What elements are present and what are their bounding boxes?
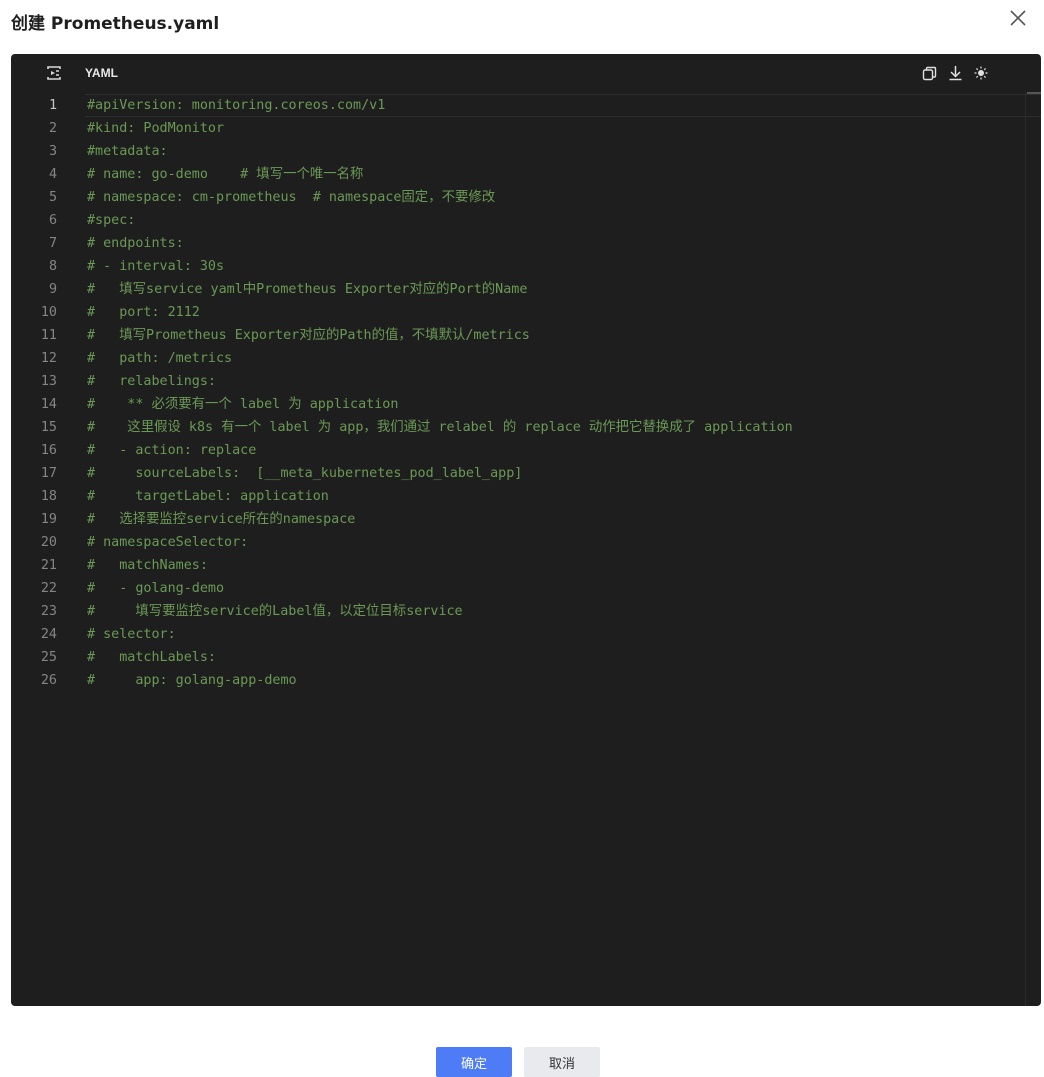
download-icon[interactable] bbox=[947, 65, 963, 81]
code-line-text: # 填写Prometheus Exporter对应的Path的值，不填默认/me… bbox=[87, 328, 530, 343]
close-icon[interactable] bbox=[1009, 9, 1027, 27]
code-line[interactable]: 20 # namespaceSelector: bbox=[11, 531, 1023, 554]
code-line-text: #metadata: bbox=[87, 144, 168, 159]
line-number: 8 bbox=[48, 259, 57, 274]
line-number: 10 bbox=[40, 305, 57, 320]
line-number: 15 bbox=[40, 420, 57, 435]
code-line-text: # matchNames: bbox=[87, 558, 208, 573]
editor-tools bbox=[921, 65, 989, 81]
code-line-text: # targetLabel: application bbox=[87, 489, 329, 504]
line-number: 18 bbox=[40, 489, 57, 504]
code-line[interactable]: 2 #kind: PodMonitor bbox=[11, 117, 1023, 140]
code-line[interactable]: 1 #apiVersion: monitoring.coreos.com/v1 bbox=[11, 94, 1023, 117]
code-line-text: #kind: PodMonitor bbox=[87, 121, 225, 136]
line-number: 26 bbox=[40, 673, 57, 688]
code-line[interactable]: 9 # 填写service yaml中Prometheus Exporter对应的… bbox=[11, 278, 1023, 301]
format-icon[interactable] bbox=[45, 64, 63, 82]
code-line-text: # path: /metrics bbox=[87, 351, 233, 366]
code-line-text: # 这里假设 k8s 有一个 label 为 app，我们通过 relabel … bbox=[87, 420, 793, 435]
code-line[interactable]: 26 # app: golang-app-demo bbox=[11, 669, 1023, 692]
code-line[interactable]: 19 # 选择要监控service所在的namespace bbox=[11, 508, 1023, 531]
confirm-button[interactable]: 确定 bbox=[436, 1047, 512, 1077]
code-line-text: # - action: replace bbox=[87, 443, 257, 458]
line-number: 6 bbox=[48, 213, 57, 228]
code-line[interactable]: 7 # endpoints: bbox=[11, 232, 1023, 255]
code-line[interactable]: 3 #metadata: bbox=[11, 140, 1023, 163]
line-number: 2 bbox=[48, 121, 57, 136]
line-number: 19 bbox=[40, 512, 57, 527]
editor-toolbar: YAML bbox=[11, 54, 1041, 92]
line-number: 4 bbox=[48, 167, 57, 182]
code-line-text: # 填写要监控service的Label值，以定位目标service bbox=[87, 604, 463, 619]
scrollbar-cursor-marker bbox=[1027, 92, 1041, 94]
line-number: 3 bbox=[48, 144, 57, 159]
code-line-text: # 选择要监控service所在的namespace bbox=[87, 512, 356, 527]
copy-icon[interactable] bbox=[921, 65, 937, 81]
code-line-text: #spec: bbox=[87, 213, 136, 228]
code-line[interactable]: 4 # name: go-demo # 填写一个唯一名称 bbox=[11, 163, 1023, 186]
line-number: 21 bbox=[40, 558, 57, 573]
code-line[interactable]: 5 # namespace: cm-prometheus # namespace固… bbox=[11, 186, 1023, 209]
code-line[interactable]: 16 # - action: replace bbox=[11, 439, 1023, 462]
code-line-text: # selector: bbox=[87, 627, 176, 642]
code-line-text: # port: 2112 bbox=[87, 305, 200, 320]
vertical-scrollbar[interactable] bbox=[1025, 92, 1041, 1006]
code-line-text: # relabelings: bbox=[87, 374, 216, 389]
code-line[interactable]: 13 # relabelings: bbox=[11, 370, 1023, 393]
code-line[interactable]: 25 # matchLabels: bbox=[11, 646, 1023, 669]
language-label: YAML bbox=[85, 66, 118, 80]
line-number: 5 bbox=[48, 190, 57, 205]
line-number: 14 bbox=[40, 397, 57, 412]
code-line-text: # - interval: 30s bbox=[87, 259, 225, 274]
line-number: 25 bbox=[40, 650, 57, 665]
code-line-text: # namespace: cm-prometheus # namespace固定… bbox=[87, 190, 496, 205]
code-line[interactable]: 8 # - interval: 30s bbox=[11, 255, 1023, 278]
line-number: 9 bbox=[48, 282, 57, 297]
code-line[interactable]: 12 # path: /metrics bbox=[11, 347, 1023, 370]
line-number: 12 bbox=[40, 351, 57, 366]
code-line[interactable]: 21 # matchNames: bbox=[11, 554, 1023, 577]
dialog-title: 创建 Prometheus.yaml bbox=[11, 14, 220, 34]
code-line-text: # matchLabels: bbox=[87, 650, 216, 665]
cancel-button[interactable]: 取消 bbox=[524, 1047, 600, 1077]
code-line[interactable]: 15 # 这里假设 k8s 有一个 label 为 app，我们通过 relabe… bbox=[11, 416, 1023, 439]
line-number: 23 bbox=[40, 604, 57, 619]
close-button[interactable] bbox=[1006, 6, 1030, 30]
code-line-text: # name: go-demo # 填写一个唯一名称 bbox=[87, 167, 364, 182]
line-number: 7 bbox=[48, 236, 57, 251]
line-number: 17 bbox=[40, 466, 57, 481]
code-line[interactable]: 6 #spec: bbox=[11, 209, 1023, 232]
code-line[interactable]: 11 # 填写Prometheus Exporter对应的Path的值，不填默认/… bbox=[11, 324, 1023, 347]
line-number: 13 bbox=[40, 374, 57, 389]
code-line[interactable]: 10 # port: 2112 bbox=[11, 301, 1023, 324]
code-line-text: # - golang-demo bbox=[87, 581, 225, 596]
line-number: 1 bbox=[48, 98, 57, 113]
code-line[interactable]: 14 # ** 必须要有一个 label 为 application bbox=[11, 393, 1023, 416]
line-number: 24 bbox=[40, 627, 57, 642]
line-number: 20 bbox=[40, 535, 57, 550]
code-line[interactable]: 24 # selector: bbox=[11, 623, 1023, 646]
code-line[interactable]: 18 # targetLabel: application bbox=[11, 485, 1023, 508]
line-number: 16 bbox=[40, 443, 57, 458]
code-line-text: # sourceLabels: [__meta_kubernetes_pod_l… bbox=[87, 466, 523, 481]
code-area[interactable]: 1 #apiVersion: monitoring.coreos.com/v1 2 #… bbox=[11, 94, 1041, 1004]
code-line[interactable]: 23 # 填写要监控service的Label值，以定位目标service bbox=[11, 600, 1023, 623]
code-line-text: # 填写service yaml中Prometheus Exporter对应的P… bbox=[87, 282, 528, 297]
yaml-editor[interactable]: YAML 1 #apiVersion: monitoring.coreos.co… bbox=[11, 54, 1041, 1006]
code-line-text: # endpoints: bbox=[87, 236, 184, 251]
line-number: 11 bbox=[40, 328, 57, 343]
code-line[interactable]: 22 # - golang-demo bbox=[11, 577, 1023, 600]
code-line-text: #apiVersion: monitoring.coreos.com/v1 bbox=[87, 98, 386, 113]
code-line-text: # ** 必须要有一个 label 为 application bbox=[87, 397, 399, 412]
code-line[interactable]: 17 # sourceLabels: [__meta_kubernetes_pod… bbox=[11, 462, 1023, 485]
code-line-text: # app: golang-app-demo bbox=[87, 673, 297, 688]
dialog-footer: 确定 取消 bbox=[0, 1047, 1044, 1077]
line-number: 22 bbox=[40, 581, 57, 596]
theme-icon[interactable] bbox=[973, 65, 989, 81]
code-line-text: # namespaceSelector: bbox=[87, 535, 249, 550]
